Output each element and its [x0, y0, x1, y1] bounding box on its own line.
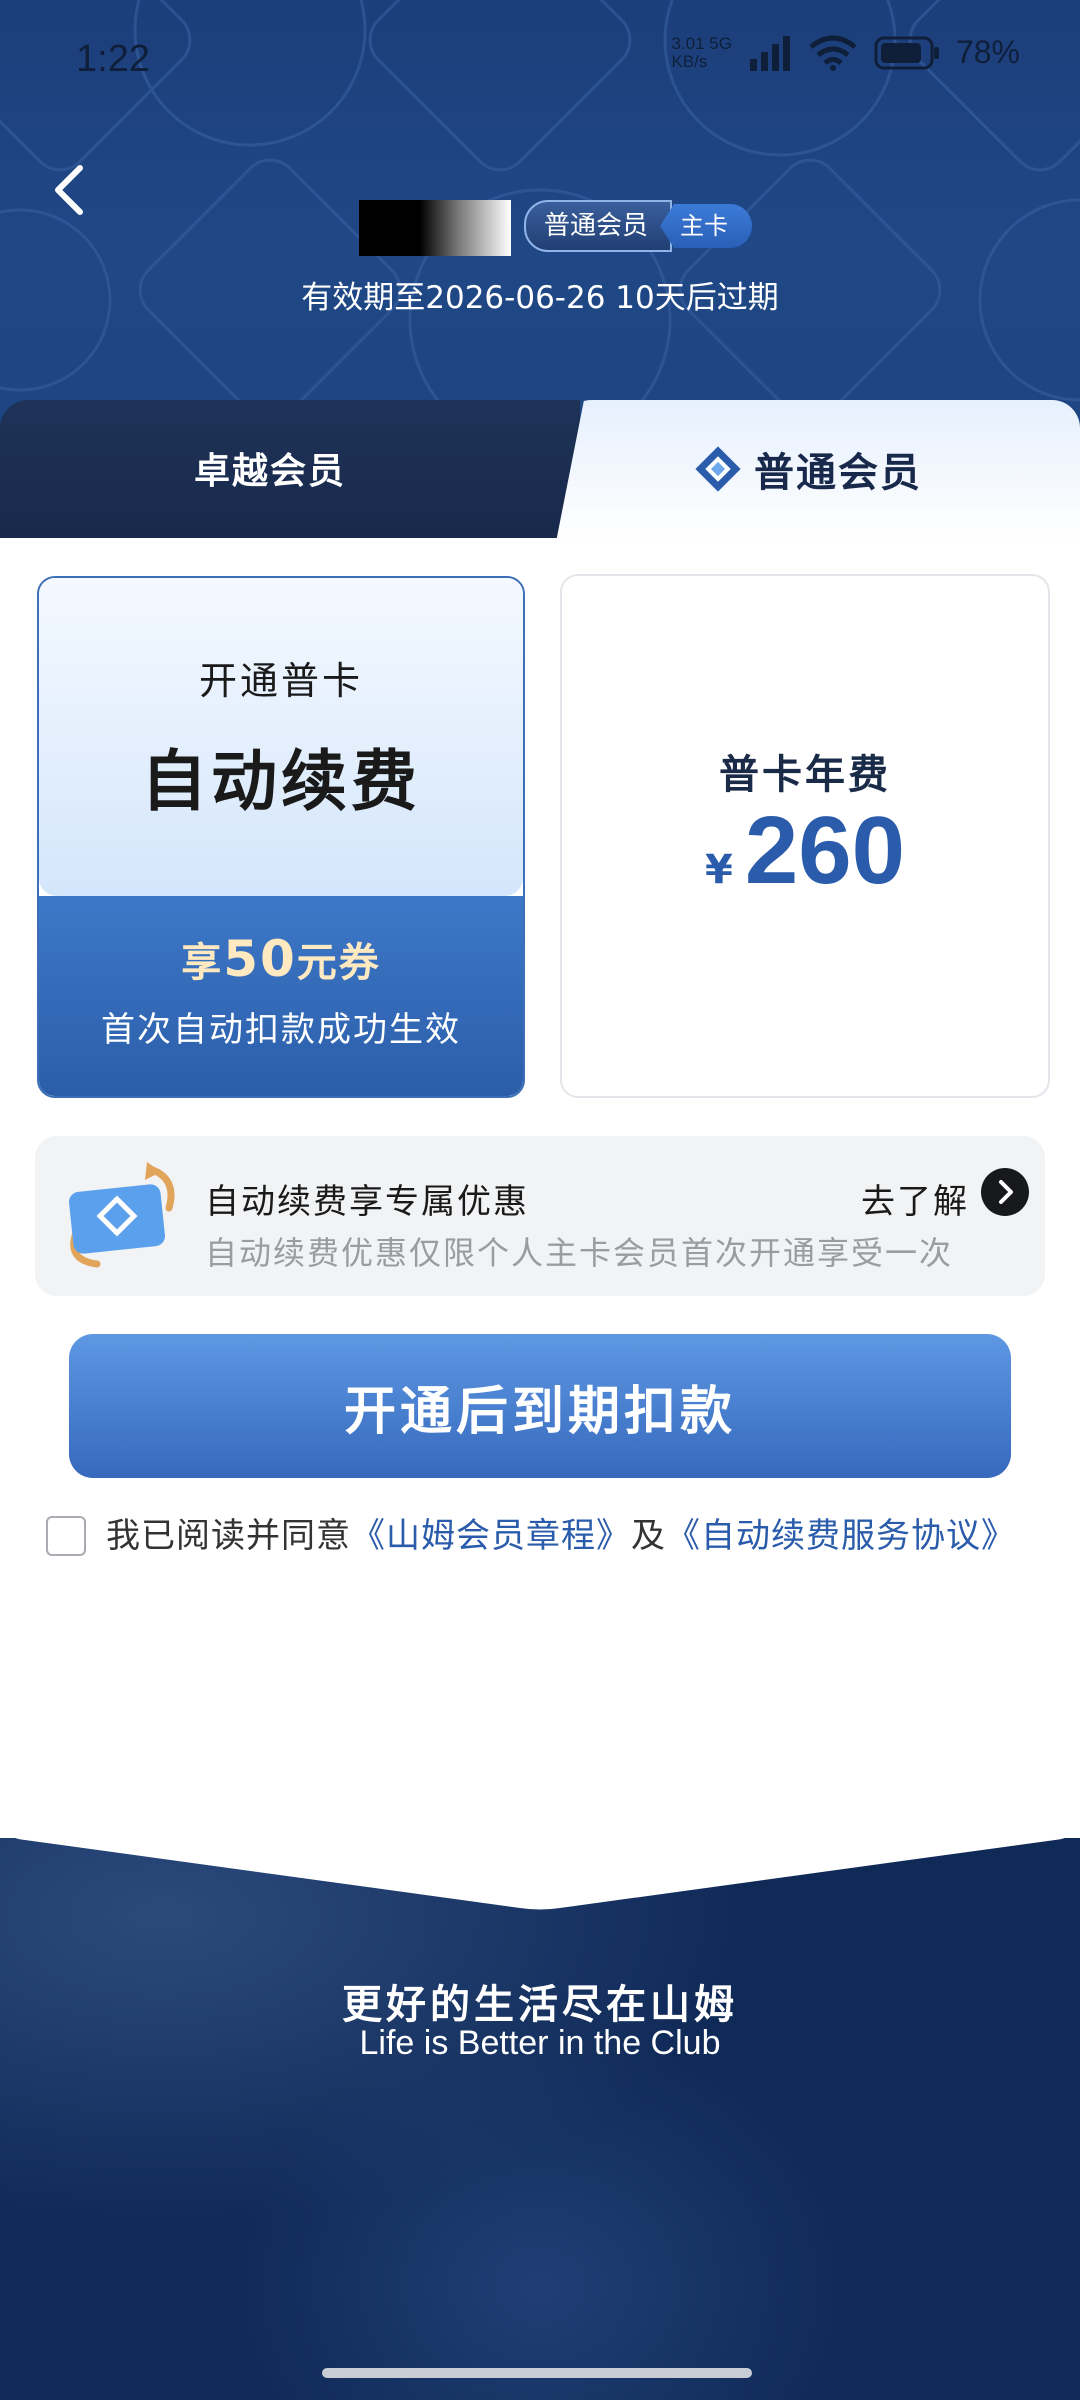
diamond-icon: [695, 446, 741, 492]
agreement-checkbox[interactable]: [46, 1516, 86, 1556]
chevron-right-icon: [999, 1180, 1013, 1204]
plan-title-line2: 自动续费: [141, 743, 421, 820]
promo-arrow-button[interactable]: [981, 1168, 1029, 1216]
coupon-line: 享50元券: [181, 930, 381, 988]
annual-fee-label: 普卡年费: [719, 752, 891, 798]
price-value: 260: [744, 797, 905, 904]
coupon-section: 享50元券 首次自动扣款成功生效: [39, 896, 523, 1096]
plan-title-line1: 开通普卡: [198, 659, 363, 703]
member-name-redacted: [359, 200, 511, 256]
tab-label: 普通会员: [754, 450, 922, 496]
panel-bottom-edge: [0, 1780, 1080, 1910]
currency-symbol: ¥: [704, 847, 733, 893]
plan-title-section: 开通普卡 自动续费: [39, 578, 523, 896]
membership-rules-link[interactable]: 《山姆会员章程》: [351, 1516, 631, 1556]
auto-renew-agreement-link[interactable]: 《自动续费服务协议》: [666, 1516, 1016, 1556]
tier-badge: 普通会员 主卡: [524, 200, 753, 252]
status-bar: 1:22 3.01 5G KB/s 78%: [0, 0, 1080, 120]
home-indicator[interactable]: [322, 2368, 752, 2378]
status-time: 1:22: [76, 38, 150, 80]
promo-desc: 自动续费优惠仅限个人主卡会员首次开通享受一次: [205, 1234, 954, 1272]
expiry-text: 有效期至2026-06-26 10天后过期: [301, 280, 779, 316]
tier-main-label: 普通会员: [524, 200, 673, 252]
annual-price: ¥ 260: [562, 796, 1048, 906]
coupon-note: 首次自动扣款成功生效: [101, 1010, 461, 1050]
tab-regular-member[interactable]: 普通会员: [556, 400, 1080, 542]
activate-button[interactable]: 开通后到期扣款: [69, 1334, 1011, 1478]
battery-percent: 78%: [955, 34, 1020, 70]
promo-title: 自动续费享专属优惠: [205, 1182, 529, 1222]
back-button[interactable]: [40, 150, 110, 230]
battery-icon: [874, 36, 939, 69]
slogan-english: Life is Better in the Club: [359, 2024, 721, 2062]
tier-sub-label: 主卡: [660, 204, 753, 248]
promo-learn-more[interactable]: 去了解: [861, 1174, 969, 1223]
footer-background: [0, 1830, 1080, 2400]
wifi-icon: [809, 35, 857, 71]
promo-banner[interactable]: 自动续费享专属优惠 自动续费优惠仅限个人主卡会员首次开通享受一次 去了解: [35, 1136, 1045, 1296]
tab-premium-member[interactable]: 卓越会员: [0, 400, 580, 540]
plan-card-auto-renew[interactable]: 享50元券 首次自动扣款成功生效 开通普卡 自动续费: [37, 576, 525, 1098]
chevron-left-icon: [55, 165, 83, 215]
tab-label: 卓越会员: [193, 451, 346, 492]
agreement-text: 我已阅读并同意《山姆会员章程》及《自动续费服务协议》: [106, 1516, 1016, 1556]
slogan-chinese: 更好的生活尽在山姆: [342, 1982, 738, 2028]
plan-card-annual[interactable]: 普卡年费 ¥ 260: [560, 574, 1050, 1098]
status-icons: 3.01 5G KB/s 78%: [671, 34, 1020, 71]
signal-icon: [749, 35, 790, 71]
net-speed: 3.01 5G KB/s: [671, 33, 732, 71]
renew-card-icon: [69, 1162, 175, 1268]
